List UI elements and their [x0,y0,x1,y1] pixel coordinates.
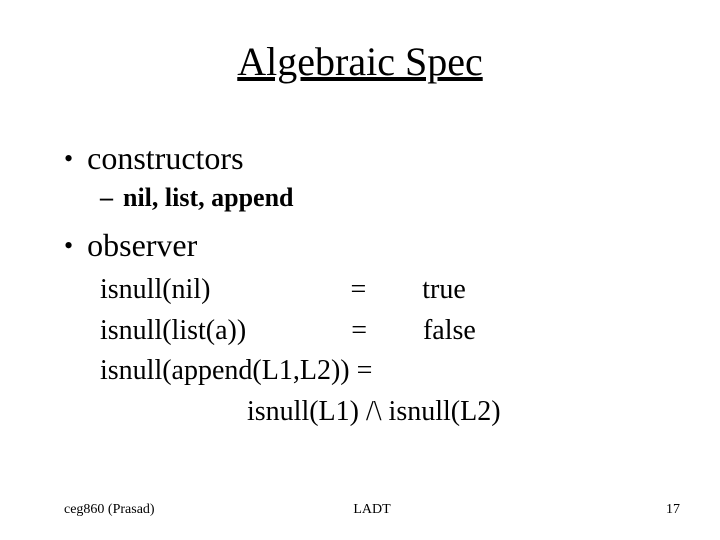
slide: Algebraic Spec • constructors –nil, list… [0,0,720,540]
bullet-constructors-label: constructors [87,140,243,177]
equation-line-3: isnull(append(L1,L2)) = [100,351,680,392]
equation-line-2: isnull(list(a)) = false [100,311,680,352]
dash-icon: – [100,183,113,213]
footer-left: ceg860 (Prasad) [64,502,155,518]
equation-block: isnull(nil) = true isnull(list(a)) = fal… [100,270,680,432]
footer-center: LADT [64,502,680,518]
subbullet-constructors: –nil, list, append [100,183,680,213]
footer-page-number: 17 [666,502,680,518]
bullet-constructors: • constructors [64,140,680,177]
bullet-observer-label: observer [87,227,197,264]
bullet-dot-icon: • [64,233,73,259]
equation-line-4: isnull(L1) /\ isnull(L2) [100,392,680,433]
equation-line-1: isnull(nil) = true [100,270,680,311]
slide-footer: LADT ceg860 (Prasad) 17 [64,502,680,518]
slide-body: • constructors –nil, list, append • obse… [64,140,680,432]
slide-title: Algebraic Spec [0,38,720,85]
bullet-dot-icon: • [64,146,73,172]
subbullet-constructors-label: nil, list, append [123,183,294,212]
bullet-observer: • observer [64,227,680,264]
